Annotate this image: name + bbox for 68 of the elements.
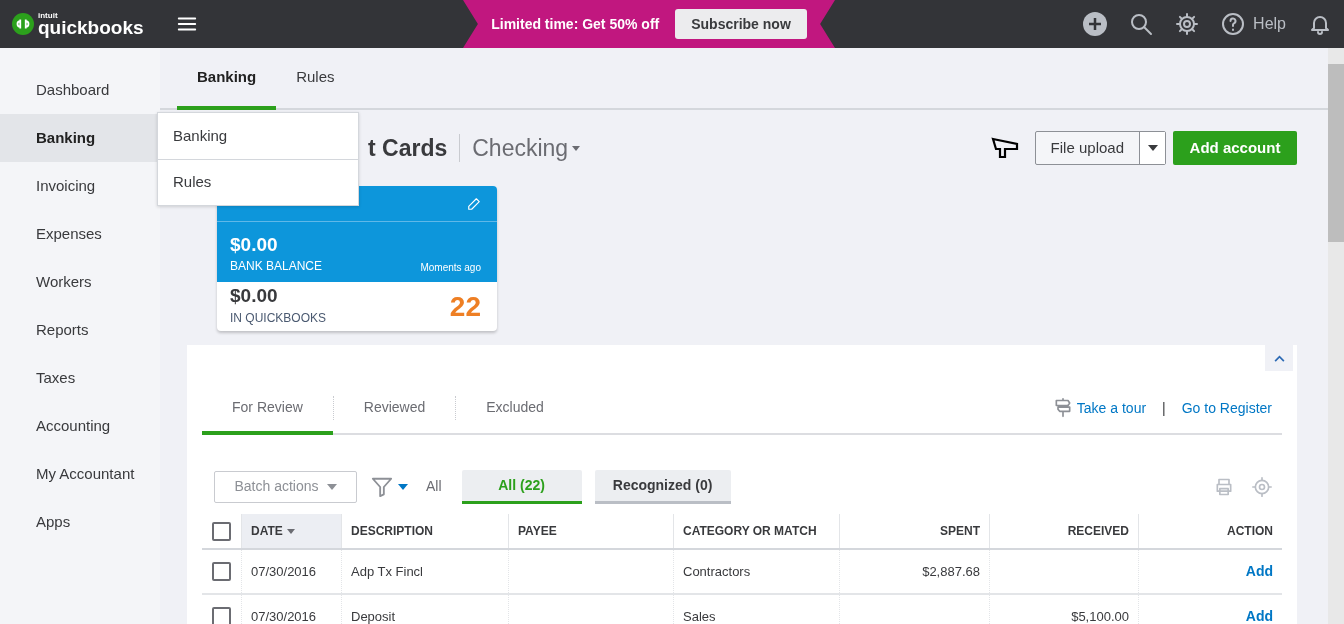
page-title: t Cards xyxy=(368,133,448,163)
flyout-item[interactable]: Rules xyxy=(158,159,358,205)
quickbooks-balance-label: IN QUICKBOOKS xyxy=(230,310,327,327)
sidebar-item[interactable]: Taxes xyxy=(0,354,160,402)
checkbox[interactable] xyxy=(212,562,231,581)
filter-caret-icon[interactable] xyxy=(398,483,408,490)
sidebar-item[interactable]: Banking xyxy=(0,114,160,162)
promo-text: Limited time: Get 50% off xyxy=(491,14,660,34)
logo-text: quickbooks xyxy=(38,17,144,37)
table-cell-text: $2,887.68 xyxy=(922,562,980,581)
help-link[interactable]: Help xyxy=(1253,12,1286,36)
plus-icon[interactable] xyxy=(1083,12,1108,36)
column-header[interactable]: CATEGORY OR MATCH xyxy=(673,514,839,548)
logo-small-text: intuit xyxy=(38,11,59,20)
updated-text: Moments ago xyxy=(420,261,481,275)
sub-tab[interactable]: Rules xyxy=(276,48,355,110)
column-header[interactable]: SPENT xyxy=(839,514,989,548)
go-to-register-link[interactable]: Go to Register xyxy=(1181,397,1272,419)
link-separator: | xyxy=(1162,398,1166,418)
flyout-item[interactable]: Banking xyxy=(158,113,358,159)
review-tab[interactable]: Reviewed xyxy=(333,383,456,435)
column-header[interactable]: DESCRIPTION xyxy=(341,514,508,548)
checkbox[interactable] xyxy=(212,521,231,541)
megaphone-icon[interactable] xyxy=(990,136,1019,160)
filter-label: All xyxy=(426,477,442,496)
sidebar-item[interactable]: Dashboard xyxy=(0,66,160,114)
collapse-button[interactable] xyxy=(1265,345,1293,371)
sidebar-item[interactable]: My Accountant xyxy=(0,450,160,498)
column-header[interactable]: DATE xyxy=(241,514,341,548)
bank-balance-label: BANK BALANCE xyxy=(230,258,323,275)
search-icon[interactable] xyxy=(1129,12,1154,36)
table-cell-text: Sales xyxy=(683,607,716,624)
filter-pill[interactable]: Recognized (0) xyxy=(594,469,731,504)
add-link[interactable]: Add xyxy=(1245,561,1273,582)
table-cell-text: Adp Tx Fincl xyxy=(351,562,423,581)
account-dropdown[interactable]: Checking xyxy=(472,130,581,166)
take-a-tour-link[interactable]: Take a tour xyxy=(1076,397,1147,419)
sidebar-item[interactable]: Workers xyxy=(0,258,160,306)
quickbooks-balance: $0.00 xyxy=(230,286,279,305)
table-cell-text: Contractors xyxy=(683,562,751,581)
file-upload-button[interactable]: File upload xyxy=(1035,132,1139,164)
column-header[interactable]: PAYEE xyxy=(508,514,673,548)
filter-icon[interactable] xyxy=(371,475,393,498)
chevron-up-icon xyxy=(1273,354,1285,362)
sidebar-item[interactable]: Reports xyxy=(0,306,160,354)
transaction-count: 22 xyxy=(449,289,481,324)
checkbox[interactable] xyxy=(212,607,231,624)
sidebar-item[interactable]: Apps xyxy=(0,498,160,546)
sidebar-item[interactable]: Invoicing xyxy=(0,162,160,210)
review-tab[interactable]: For Review xyxy=(202,383,333,435)
add-link[interactable]: Add xyxy=(1245,606,1273,624)
subscribe-button[interactable]: Subscribe now xyxy=(675,9,807,39)
account-card[interactable]: $0.00 BANK BALANCE Moments ago $0.00 IN QUICKBOOKS 22 xyxy=(217,186,497,331)
pencil-icon[interactable] xyxy=(467,196,481,211)
column-header[interactable]: ACTION xyxy=(1138,514,1282,548)
table-cell-text: 07/30/2016 xyxy=(251,562,317,581)
logo-icon xyxy=(12,13,34,35)
table-cell-text: Deposit xyxy=(351,607,396,624)
bank-balance: $0.00 xyxy=(230,235,279,254)
help-icon[interactable] xyxy=(1221,12,1246,36)
table-cell-text: $5,100.00 xyxy=(1071,607,1129,624)
scrollbar[interactable] xyxy=(1328,48,1344,624)
column-header[interactable]: RECEIVED xyxy=(989,514,1138,548)
sidebar-item[interactable]: Expenses xyxy=(0,210,160,258)
sidebar-item[interactable]: Accounting xyxy=(0,402,160,450)
file-upload-menu-button[interactable] xyxy=(1139,132,1165,164)
table-cell-text: 07/30/2016 xyxy=(251,607,317,624)
review-tab[interactable]: Excluded xyxy=(456,383,574,435)
